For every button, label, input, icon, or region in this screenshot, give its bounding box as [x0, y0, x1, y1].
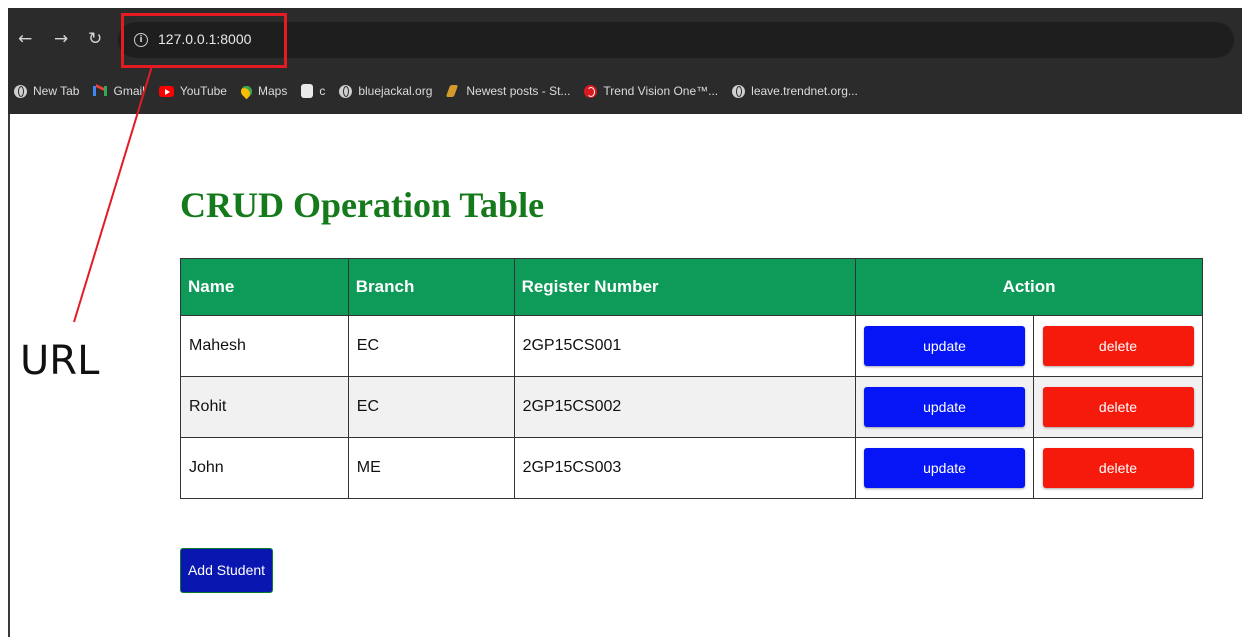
url-annotation-label: URL: [20, 338, 100, 384]
annotation-pointer-line: [73, 65, 153, 323]
